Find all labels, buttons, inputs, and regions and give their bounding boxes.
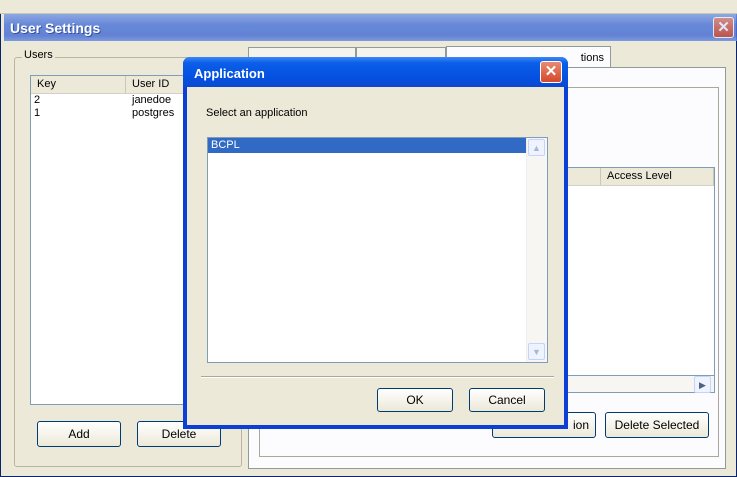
column-header-access-level[interactable]: Access Level (601, 168, 714, 185)
horizontal-scrollbar[interactable] (560, 375, 715, 393)
window-close-button[interactable]: ✕ (713, 17, 734, 38)
row-key: 2 (34, 94, 41, 106)
scroll-up-arrow[interactable]: ▲ (528, 139, 545, 156)
dialog-close-button[interactable]: ✕ (540, 61, 562, 83)
row-key: 1 (34, 107, 41, 119)
add-user-button[interactable]: Add (37, 421, 121, 447)
ok-button[interactable]: OK (377, 388, 453, 412)
scroll-right-arrow[interactable]: ▶ (694, 376, 711, 393)
chevron-right-icon: ▶ (699, 380, 706, 390)
background-strip (0, 0, 737, 14)
delete-selected-button[interactable]: Delete Selected (605, 412, 709, 438)
application-listbox[interactable] (207, 137, 548, 363)
applications-list-header: Access Level (561, 168, 714, 186)
window-titlebar[interactable] (4, 14, 737, 41)
close-icon: ✕ (544, 63, 558, 80)
row-user-id: postgres (132, 107, 175, 119)
chevron-down-icon: ▼ (532, 347, 541, 357)
applications-list[interactable]: Access Level (560, 167, 715, 393)
dialog-prompt: Select an application (206, 107, 308, 119)
cancel-button[interactable]: Cancel (469, 388, 545, 412)
users-legend: Users (22, 49, 55, 61)
scroll-down-arrow[interactable]: ▼ (528, 343, 545, 360)
list-item[interactable]: BCPL (208, 138, 526, 153)
window-title: User Settings (10, 20, 101, 36)
tab-applications-label: tions (580, 52, 604, 64)
row-user-id: janedoe (132, 94, 172, 106)
column-header-key[interactable]: Key (31, 76, 126, 93)
dialog-title: Application (194, 66, 265, 81)
vertical-scrollbar[interactable] (526, 138, 547, 362)
chevron-up-icon: ▲ (532, 143, 541, 153)
dialog-separator (201, 376, 554, 378)
close-icon: ✕ (717, 19, 730, 36)
